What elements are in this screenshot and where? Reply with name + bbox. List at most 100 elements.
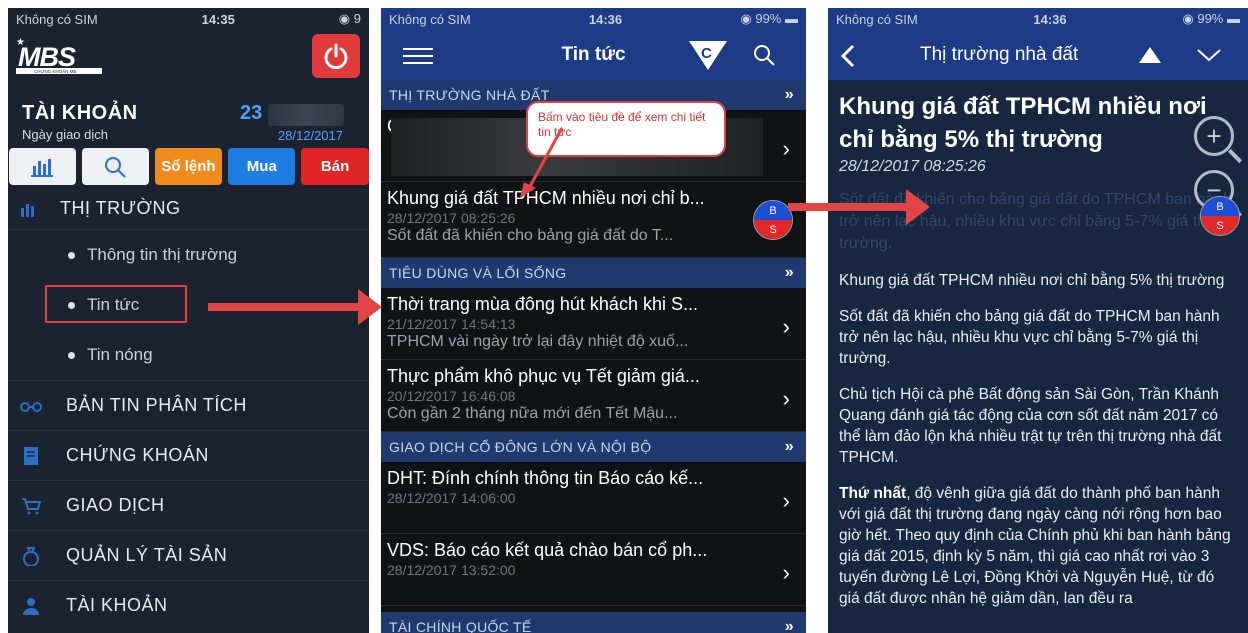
cart-icon (22, 497, 41, 514)
buy-sell-float-button[interactable]: BS (1200, 196, 1240, 236)
double-chevron-icon: » (784, 438, 794, 455)
chevron-right-icon: › (782, 386, 790, 411)
status-bar: Không có SIM 14:36 ◉ 99% ▬ (828, 8, 1248, 30)
search-icon[interactable] (753, 44, 775, 66)
bullet-icon (68, 351, 75, 359)
submenu-hot-news[interactable]: Tin nóng (8, 330, 369, 380)
article-title: Khung giá đất TPHCM nhiều nơi chỉ bằng 5… (839, 93, 1207, 153)
news-time: 21/12/2017 14:54:13 (387, 316, 516, 332)
buy-sell-float-button[interactable]: BS (753, 200, 793, 240)
menu-label-trading: GIAO DỊCH (66, 495, 165, 515)
article-paragraph: Thứ nhất, độ vênh giữa giá đất do thành … (839, 485, 1231, 607)
triangle-up-icon[interactable] (1138, 46, 1162, 64)
article-paragraph: Chủ tịch Hội cà phê Bất động sản Sài Gòn… (839, 386, 1222, 466)
arrow-to-news-list (208, 289, 382, 325)
news-item[interactable]: VDS: Báo cáo kết quả chào bán cổ ph... 2… (381, 534, 806, 606)
news-list-screen: Không có SIM 14:36 ◉ 99% ▬ Tin tức C THỊ… (381, 8, 806, 633)
status-bar: Không có SIM 14:36 ◉ 99% ▬ (381, 8, 806, 30)
section-header-insider[interactable]: GIAO DỊCH CỔ ĐÔNG LỚN VÀ NỘI BỘ » (381, 432, 806, 462)
article-category-title: Thị trường nhà đất (920, 44, 1079, 65)
battery-level: ◉ 99% ▬ (1182, 11, 1240, 26)
article-paragraph: Sốt đất đã khiến cho bảng giá đất do TPH… (839, 308, 1220, 367)
menu-item-trading[interactable]: GIAO DỊCH (8, 480, 369, 530)
search-button[interactable] (81, 148, 149, 185)
news-time: 28/12/2017 13:52:00 (387, 562, 516, 578)
submenu-label-market-info: Thông tin thị trường (87, 245, 238, 264)
menu-item-account[interactable]: TÀI KHOẢN (8, 580, 369, 630)
submenu-label-hot-news: Tin nóng (87, 345, 153, 364)
buy-button[interactable]: Mua (228, 148, 296, 185)
news-item[interactable]: Thực phẩm khô phục vụ Tết giảm giá... 20… (381, 360, 806, 432)
menu-item-market[interactable]: THỊ TRƯỜNG (8, 188, 369, 230)
svg-text:C: C (701, 45, 712, 62)
menu-item-analysis[interactable]: BẢN TIN PHÂN TÍCH (8, 380, 369, 430)
menu-item-asset-management[interactable]: QUẢN LÝ TÀI SẢN (8, 530, 369, 580)
account-number-masked (268, 104, 344, 126)
article-lead-faded: Sốt đất đã khiến cho bảng giá đất do TPH… (839, 191, 1232, 252)
carrier-label: Không có SIM (389, 11, 471, 27)
order-book-button[interactable]: Sổ lệnh (154, 148, 223, 185)
news-headline: DHT: Đính chính thông tin Báo cáo kế... (387, 468, 704, 488)
bar-chart-icon (31, 158, 54, 177)
menu-label-account: TÀI KHOẢN (66, 595, 168, 615)
svg-text:CHỨNG KHOÁN MB: CHỨNG KHOÁN MB (34, 68, 76, 74)
article-nav-bar: Thị trường nhà đất (828, 30, 1248, 80)
section-header-international[interactable]: TÀI CHÍNH QUỐC TẾ » (381, 612, 806, 633)
news-headline: VDS: Báo cáo kết quả chào bán cổ ph... (387, 540, 708, 560)
glasses-icon (20, 401, 42, 412)
chevron-right-icon: › (782, 560, 790, 585)
filter-c-icon[interactable]: C (687, 38, 729, 72)
news-item[interactable]: DHT: Đính chính thông tin Báo cáo kế... … (381, 462, 806, 534)
news-time: 28/12/2017 14:06:00 (387, 490, 516, 506)
svg-text:MBS: MBS (18, 42, 76, 72)
callout-pointer-arrow (520, 127, 564, 198)
section-label: THỊ TRƯỜNG NHÀ ĐẤT (389, 87, 550, 103)
account-number: 23 (240, 102, 263, 124)
menu-label-analysis: BẢN TIN PHÂN TÍCH (66, 395, 247, 415)
section-header-consumer[interactable]: TIÊU DÙNG VÀ LỐI SỐNG » (381, 258, 806, 288)
news-nav-bar: Tin tức C (381, 30, 806, 80)
user-icon (23, 597, 39, 615)
double-chevron-icon: » (784, 618, 794, 633)
plus-icon: + (1206, 121, 1222, 151)
arrow-to-article (788, 189, 930, 225)
news-time: 28/12/2017 08:25:26 (387, 210, 516, 226)
chevron-right-icon: › (782, 314, 790, 339)
menu-item-securities[interactable]: CHỨNG KHOÁN (8, 430, 369, 480)
power-icon (324, 43, 348, 70)
quick-actions: Sổ lệnh Mua Bán (8, 148, 369, 188)
article-time: 28/12/2017 08:25:26 (839, 158, 986, 175)
news-item[interactable]: Khung giá đất TPHCM nhiều nơi chỉ b... 2… (381, 182, 806, 258)
bullet-icon (68, 251, 75, 259)
mbs-logo: ★ MBS CHỨNG KHOÁN MB (16, 37, 102, 74)
news-time: 20/12/2017 16:46:08 (387, 388, 516, 404)
page-title: Tin tức (561, 44, 626, 65)
news-item[interactable]: Thời trang mùa đông hút khách khi S... 2… (381, 288, 806, 360)
search-icon (105, 156, 126, 178)
sell-button[interactable]: Bán (301, 148, 369, 185)
document-icon (24, 446, 38, 465)
logout-power-button[interactable] (312, 34, 360, 78)
trade-date: 28/12/2017 (277, 128, 343, 143)
article-detail-screen: Không có SIM 14:36 ◉ 99% ▬ Thị trường nh… (828, 8, 1248, 633)
chevron-right-icon: › (782, 488, 790, 513)
double-chevron-icon: » (784, 264, 794, 281)
zoom-in-button[interactable]: + (1194, 116, 1243, 164)
double-chevron-icon: » (784, 86, 794, 103)
account-summary: TÀI KHOẢN 23 Ngày giao dịch 28/12/2017 (8, 90, 369, 148)
chevron-right-icon: › (782, 136, 790, 161)
section-label: TIÊU DÙNG VÀ LỐI SỐNG (389, 265, 567, 281)
money-bag-icon (23, 546, 39, 566)
clock: 14:36 (588, 11, 623, 27)
market-chart-icon (21, 203, 34, 217)
news-summary: TPHCM vài ngày trở lại đây nhiệt độ xuố.… (387, 333, 689, 350)
news-summary: Còn gần 2 tháng nữa mới đến Tết Mậu... (387, 405, 678, 422)
chevron-down-icon[interactable] (1196, 48, 1222, 62)
clock: 14:36 (1033, 11, 1067, 27)
back-chevron-icon[interactable] (840, 44, 856, 68)
article-body: Khung giá đất TPHCM nhiều nơi chỉ bằng 5… (828, 80, 1248, 609)
submenu-market-info[interactable]: Thông tin thị trường (8, 230, 369, 280)
clock: 14:35 (201, 11, 235, 27)
chart-button[interactable] (9, 148, 76, 185)
carrier-label: Không có SIM (16, 11, 98, 27)
